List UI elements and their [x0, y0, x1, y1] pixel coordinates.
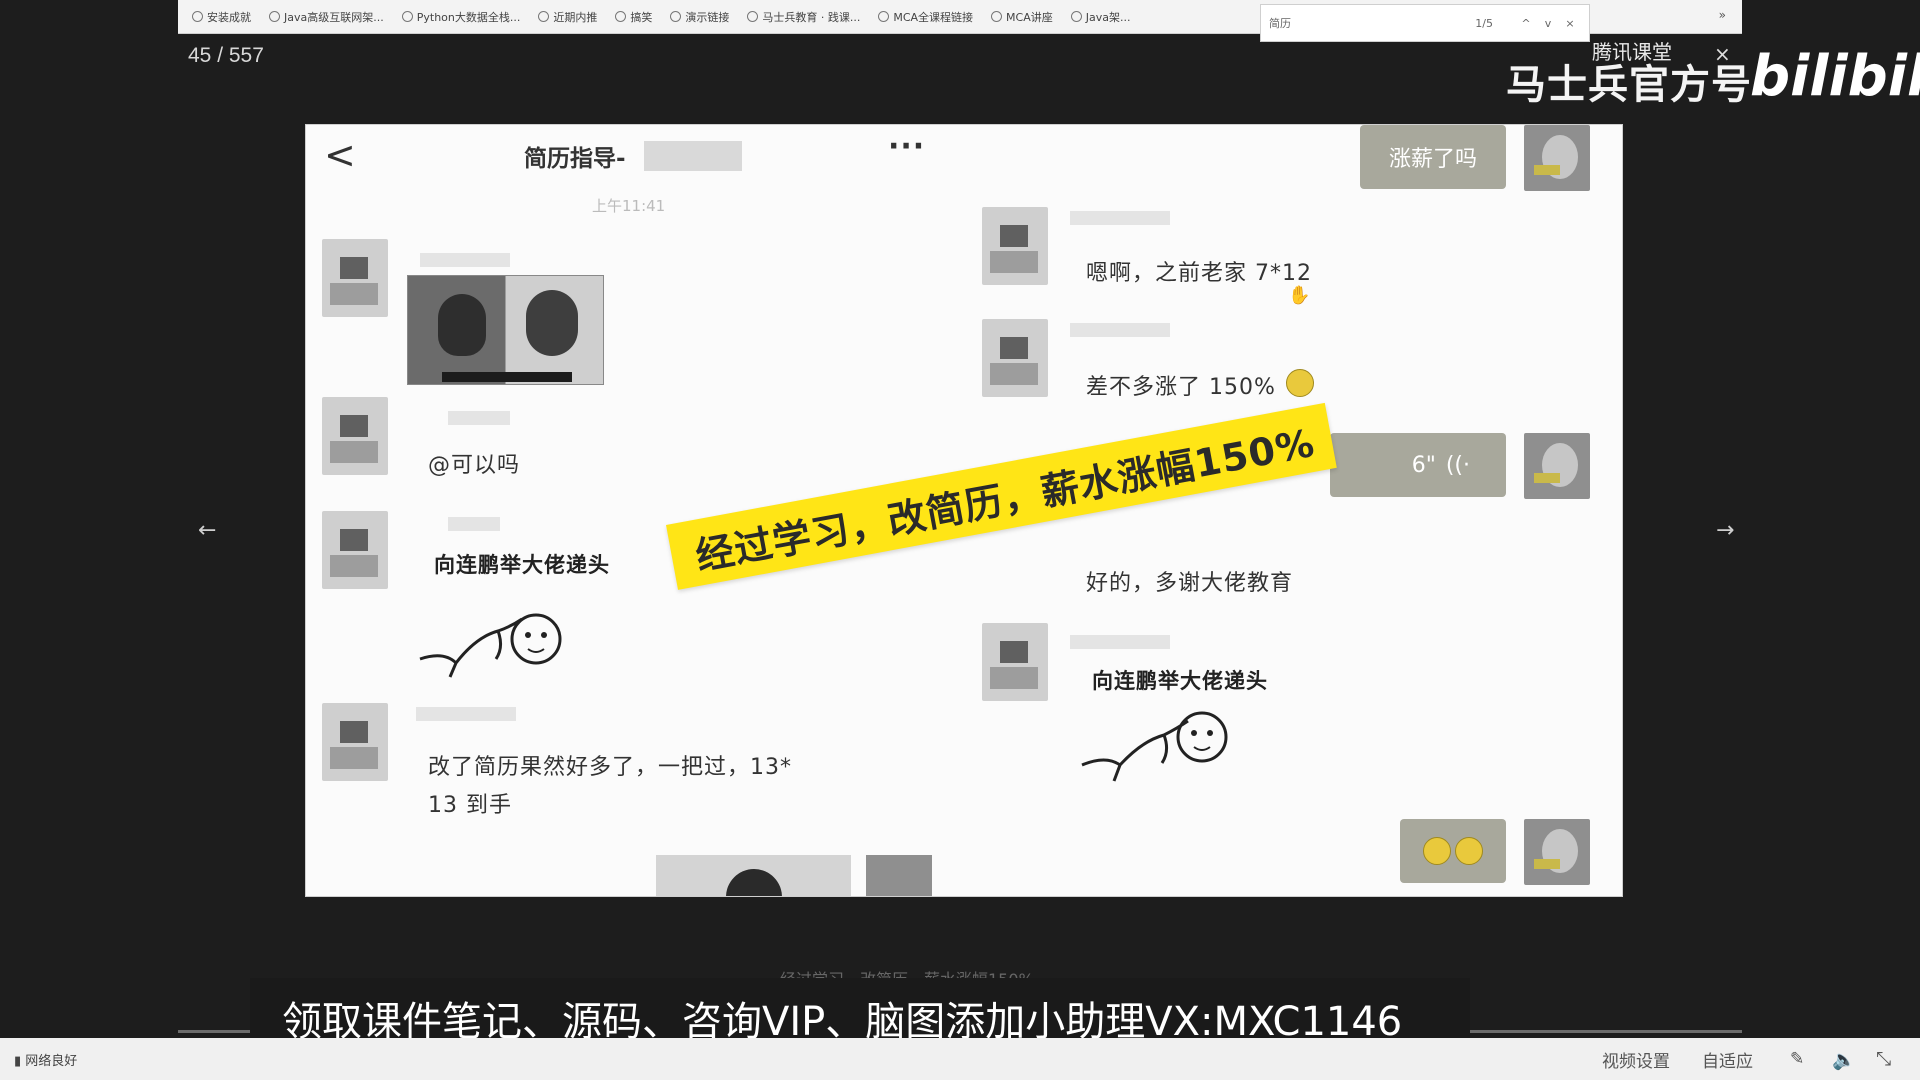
redacted-name — [448, 411, 510, 425]
chat-timestamp: 上午11:41 — [592, 197, 666, 215]
back-chevron-icon[interactable]: < — [324, 133, 356, 177]
prev-slide-arrow-icon[interactable]: ← — [198, 518, 216, 543]
bookmark-item[interactable]: 演示链接 — [670, 9, 729, 25]
bookmark-icon — [878, 11, 890, 22]
bilibili-logo: bilibili — [1750, 44, 1920, 109]
official-account-label: 马士兵官方号 — [1506, 62, 1752, 108]
bookmark-icon — [192, 11, 203, 22]
bookmark-item[interactable]: Python大数据全栈... — [401, 9, 520, 25]
volume-icon[interactable]: 🔈 — [1832, 1048, 1856, 1071]
self-avatar — [1524, 819, 1590, 885]
bookmark-item[interactable]: 马士兵教育 · 践课... — [747, 9, 860, 25]
find-next-button[interactable]: v — [1537, 17, 1559, 30]
laughing-emoji-icon — [1286, 369, 1314, 397]
redacted-name — [420, 253, 510, 267]
next-slide-arrow-icon[interactable]: → — [1716, 518, 1734, 543]
chat-title: 简历指导- — [524, 146, 626, 172]
find-prev-button[interactable]: ^ — [1515, 17, 1537, 30]
meme-photo[interactable] — [407, 275, 604, 385]
find-match-count: 1/5 — [1475, 16, 1493, 30]
chat-message: 差不多涨了 150% — [1086, 375, 1276, 400]
page-counter: 45 / 557 — [188, 44, 264, 67]
meme-caption-bar — [442, 372, 572, 382]
slide-content: < 简历指导- ··· 上午11:41 @可以吗 向连鹏举大佬递头 改了简历果然… — [305, 124, 1623, 897]
chat-message: 改了简历果然好多了，一把过，13* — [428, 755, 792, 780]
redacted-name — [1070, 211, 1170, 225]
voice-wave-icon: ((· — [1445, 452, 1470, 478]
kneeling-stickman-sticker — [419, 613, 562, 678]
avatar — [322, 511, 388, 589]
bookmark-icon — [747, 11, 759, 22]
chat-message: 13 到手 — [428, 793, 512, 818]
bookmark-item[interactable]: 搞笑 — [615, 9, 652, 25]
photo-thumbnail[interactable] — [656, 855, 851, 896]
bookmark-item[interactable]: Java高级互联网架... — [269, 9, 384, 25]
adaptive-button[interactable]: 自适应 — [1702, 1047, 1753, 1072]
bookmark-item[interactable]: MCA全课程链接 — [878, 9, 973, 25]
bookmark-item[interactable]: Java架... — [1070, 9, 1130, 25]
bookmark-icon — [269, 11, 280, 22]
more-options-icon[interactable]: ··· — [888, 129, 925, 164]
avatar — [322, 703, 388, 781]
avatar — [322, 239, 388, 317]
chat-message: 向连鹏举大佬递头 — [434, 553, 610, 577]
avatar — [322, 397, 388, 475]
bookmark-icon — [538, 11, 550, 22]
avatar — [866, 855, 932, 896]
find-close-button[interactable]: × — [1559, 17, 1581, 30]
bookmark-item[interactable]: MCA讲座 — [991, 9, 1053, 25]
fullscreen-icon[interactable]: ⤡ — [1876, 1048, 1891, 1070]
self-avatar — [1524, 125, 1590, 191]
laughing-emoji-icon — [1423, 837, 1451, 865]
emoji-message-bubble[interactable] — [1400, 819, 1506, 883]
bookmark-icon — [615, 11, 627, 22]
avatar — [982, 207, 1048, 285]
bookmark-item[interactable]: 安装成就 — [192, 9, 251, 25]
meme-person — [526, 290, 578, 356]
self-avatar — [1524, 433, 1590, 499]
hand-cursor-icon: ✋ — [1288, 285, 1311, 306]
chat-message: 向连鹏举大佬递头 — [1092, 669, 1268, 693]
voice-message-bubble[interactable]: 6" ((· — [1330, 433, 1506, 497]
redacted-name — [644, 141, 742, 171]
meme-person — [438, 294, 486, 356]
chat-message: 好的，多谢大佬教育 — [1086, 571, 1294, 596]
kneeling-stickman-sticker — [1081, 711, 1228, 782]
chat-message: @可以吗 — [428, 453, 521, 478]
brand-watermark: 腾讯课堂 × 马士兵官方号 bilibili — [1500, 34, 1920, 114]
find-input[interactable]: 简历 — [1269, 15, 1475, 31]
bookmark-icon — [1070, 11, 1082, 22]
redacted-name — [416, 707, 516, 721]
voice-duration: 6" — [1411, 452, 1436, 478]
network-status: ▮ 网络良好 — [14, 1053, 78, 1069]
bookmarks-more-button[interactable]: » — [1719, 8, 1726, 22]
bookmark-item[interactable]: 近期内推 — [538, 9, 597, 25]
avatar — [982, 623, 1048, 701]
bookmark-icon — [670, 11, 682, 22]
video-settings-button[interactable]: 视频设置 — [1602, 1047, 1670, 1072]
pen-icon[interactable]: ✎ — [1790, 1049, 1804, 1069]
chat-message: 嗯啊，之前老家 7*12 — [1086, 261, 1312, 286]
player-status-bar: ▮ 网络良好 视频设置 自适应 ✎ 🔈 ⤡ — [0, 1038, 1920, 1080]
self-message-bubble[interactable]: 涨薪了吗 — [1360, 125, 1506, 189]
redacted-name — [448, 517, 500, 531]
highlight-banner: 经过学习，改简历，薪水涨幅150% — [666, 402, 1337, 590]
redacted-name — [1070, 323, 1170, 337]
avatar — [982, 319, 1048, 397]
bookmark-icon — [991, 11, 1003, 22]
bookmark-icon — [401, 11, 413, 22]
redacted-name — [1070, 635, 1170, 649]
laughing-emoji-icon — [1455, 837, 1483, 865]
